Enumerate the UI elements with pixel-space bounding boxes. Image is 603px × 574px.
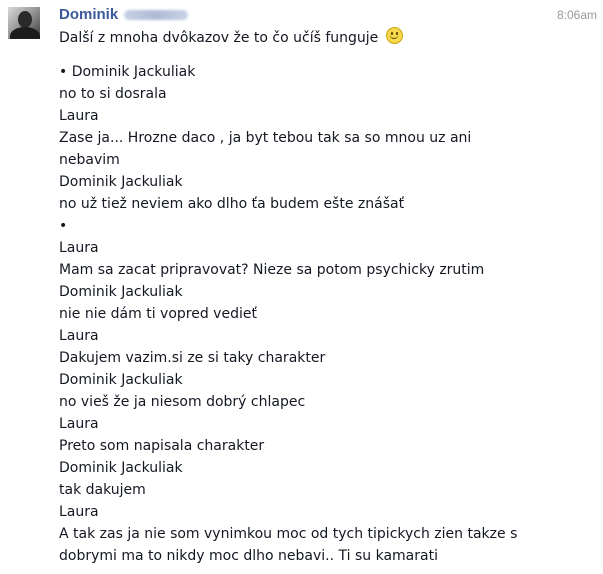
message-line: no vieš že ja niesom dobrý chlapec	[59, 394, 306, 410]
sender-name-link[interactable]: Dominik	[59, 6, 118, 23]
message-line: Laura	[59, 328, 99, 344]
message-body: Další z mnoha dvôkazov že to čo učíš fun…	[59, 27, 599, 567]
message-line: Zase ja... Hrozne daco , ja byt tebou ta…	[59, 130, 472, 146]
intro-line: Další z mnoha dvôkazov že to čo učíš fun…	[59, 27, 599, 49]
message-line: Dakujem vazim.si ze si taky charakter	[59, 350, 326, 366]
message-timestamp: 8:06am	[556, 8, 597, 22]
message-line: nie nie dám ti vopred vedieť	[59, 306, 257, 322]
message-line: no to si dosrala	[59, 86, 167, 102]
chat-message: Dominik 8:06am Další z mnoha dvôkazov že…	[0, 0, 603, 574]
message-line: Laura	[59, 240, 99, 256]
message-line: Dominik Jackuliak	[59, 284, 183, 300]
message-line: Laura	[59, 108, 99, 124]
message-header: Dominik	[59, 4, 189, 24]
message-line: Dominik Jackuliak	[59, 460, 183, 476]
message-line: Laura	[59, 504, 99, 520]
message-line: nebavim	[59, 152, 120, 168]
message-line: A tak zas ja nie som vynimkou moc od tyc…	[59, 526, 518, 542]
intro-text: Další z mnoha dvôkazov že to čo učíš fun…	[59, 30, 379, 46]
message-line: tak dakujem	[59, 482, 146, 498]
message-line: Preto som napisala charakter	[59, 438, 265, 454]
blurred-surname	[124, 9, 189, 20]
avatar[interactable]	[8, 7, 40, 39]
message-line: Dominik Jackuliak	[59, 174, 183, 190]
message-line: dobrymi ma to nikdy moc dlho nebavi.. Ti…	[59, 548, 438, 564]
message-line: Laura	[59, 416, 99, 432]
message-line: Mam sa zacat pripravovat? Nieze sa potom…	[59, 262, 485, 278]
smiley-icon	[385, 27, 403, 44]
message-line: no už tiež neviem ako dlho ťa budem ešte…	[59, 196, 405, 212]
message-line: Dominik Jackuliak	[59, 372, 183, 388]
message-line: • Dominik Jackuliak	[59, 64, 196, 80]
message-line: •	[59, 218, 68, 234]
avatar-head-shape	[18, 11, 32, 28]
avatar-shoulders-shape	[10, 27, 40, 39]
